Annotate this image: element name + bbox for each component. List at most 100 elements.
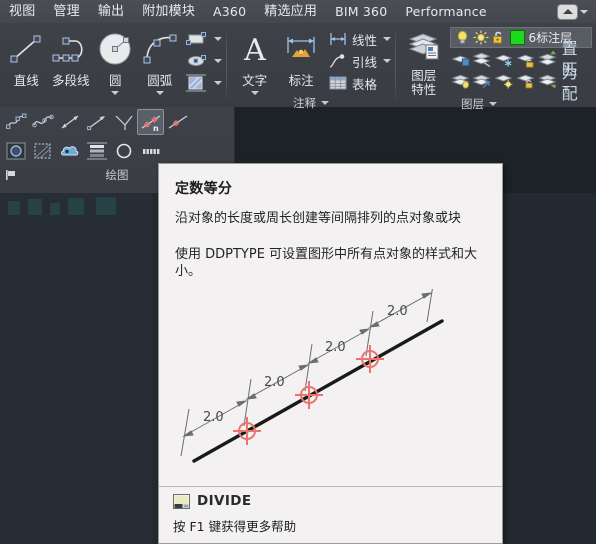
draw-rectangle-dropdown-icon[interactable] xyxy=(214,37,222,41)
draw-arc-dropdown-icon[interactable] xyxy=(155,91,164,95)
donut-icon[interactable] xyxy=(110,138,137,164)
tab-bim360[interactable]: BIM 360 xyxy=(326,0,396,23)
panel-annotation-footer[interactable]: 注释 xyxy=(227,95,395,111)
wipeout-icon[interactable] xyxy=(29,138,56,164)
layer-off-icon[interactable] xyxy=(471,50,493,68)
tab-performance[interactable]: Performance xyxy=(396,0,495,23)
gradient-icon[interactable] xyxy=(83,138,110,164)
layer-properties-icon xyxy=(404,28,444,68)
draw-circle-dropdown-icon[interactable] xyxy=(111,91,120,95)
annotation-text-label: 文字 xyxy=(242,73,268,88)
construction-line-icon[interactable] xyxy=(56,109,83,135)
unlocked-padlock-icon[interactable] xyxy=(492,30,506,45)
tab-featured-apps[interactable]: 精选应用 xyxy=(255,0,326,23)
table-icon xyxy=(326,73,350,93)
layer-match-icon[interactable] xyxy=(537,71,559,89)
chevron-down-icon[interactable] xyxy=(580,9,588,14)
layer-color-swatch[interactable] xyxy=(509,30,525,45)
annotation-leader-label: 引线 xyxy=(351,54,377,70)
layer-on-icon[interactable] xyxy=(450,71,472,89)
text-icon: A xyxy=(236,29,274,69)
tooltip-description: 沿对象的长度或周长创建等间隔排列的点对象或块 xyxy=(175,211,462,226)
annotation-text-button[interactable]: A 文字 xyxy=(231,26,278,95)
draw-small-buttons xyxy=(184,26,222,94)
autocad-window: 视图 管理 输出 附加模块 A360 精选应用 BIM 360 Performa… xyxy=(0,0,596,544)
layer-thaw-icon[interactable] xyxy=(493,71,515,89)
draw-tools-row-1: n xyxy=(0,107,234,136)
sun-icon[interactable] xyxy=(473,30,489,45)
draw-polyline-button[interactable]: 多段线 xyxy=(49,26,94,89)
tooltip-command-name: DIVIDE xyxy=(197,493,252,509)
multiline-icon[interactable] xyxy=(110,109,137,135)
divide-icon[interactable]: n xyxy=(137,108,164,135)
caret-up-icon xyxy=(562,9,573,14)
pin-icon[interactable] xyxy=(5,169,17,181)
layer-freeze-icon[interactable] xyxy=(493,50,515,68)
annotation-leader-dropdown-icon[interactable] xyxy=(383,59,391,63)
annotation-small-buttons: 线性 引线 表格 xyxy=(326,26,391,94)
lightbulb-icon[interactable] xyxy=(455,30,470,45)
ray-icon[interactable] xyxy=(83,109,110,135)
layer-set-current-icon[interactable] xyxy=(537,50,559,68)
panel-layers-body: 图层 特性 6标注层 置为 匹配 xyxy=(396,23,596,103)
tab-manage[interactable]: 管理 xyxy=(44,0,88,23)
region-icon[interactable] xyxy=(2,138,29,164)
leader-icon xyxy=(326,51,350,71)
layer-unlock-icon[interactable] xyxy=(515,71,537,89)
spline-cv-icon[interactable] xyxy=(2,109,29,135)
layer-lock-icon[interactable] xyxy=(515,50,537,68)
linear-dimension-icon xyxy=(326,29,350,49)
divide-line-diagram: 2.0 2.0 2.0 2.0 xyxy=(180,288,444,463)
spline-fit-icon[interactable] xyxy=(29,109,56,135)
panel-annotation-expand-icon[interactable] xyxy=(321,101,329,105)
draw-rectangle-button[interactable] xyxy=(184,28,222,50)
revision-cloud-icon[interactable] xyxy=(56,138,83,164)
annotation-linear-dropdown-icon[interactable] xyxy=(383,37,391,41)
ribbon-minimize-icon[interactable] xyxy=(558,4,577,19)
circle-icon xyxy=(95,29,135,69)
draw-hatch-button[interactable] xyxy=(184,72,222,94)
point-marker-1 xyxy=(233,416,261,445)
annotation-linear-button[interactable]: 线性 xyxy=(326,28,391,50)
annotation-dimension-button[interactable]: 标注 xyxy=(278,26,324,89)
panel-layers-expand-icon[interactable] xyxy=(489,102,497,106)
draw-hatch-dropdown-icon[interactable] xyxy=(214,81,222,85)
dimension-icon xyxy=(281,29,321,69)
tooltip-footer: DIVIDE 按 F1 键获得更多帮助 xyxy=(159,486,502,543)
tab-a360[interactable]: A360 xyxy=(204,0,255,23)
annotation-leader-button[interactable]: 引线 xyxy=(326,50,391,72)
draw-line-button[interactable]: 直线 xyxy=(4,26,49,89)
ribbon: 直线 多段线 圆 圆弧 A 文字 标注 线性 引线 表格 注释 图层 特性 6标… xyxy=(0,23,596,111)
draw-ellipse-dropdown-icon[interactable] xyxy=(214,59,222,63)
draw-circle-button[interactable]: 圆 xyxy=(93,26,138,95)
canvas-ghost-artifacts xyxy=(8,197,116,215)
tab-view[interactable]: 视图 xyxy=(0,0,44,23)
panel-draw-footer-label: 绘图 xyxy=(105,168,129,182)
layer-unisolate-icon[interactable] xyxy=(471,71,493,89)
panel-layers-footer-label: 图层 xyxy=(461,97,484,111)
command-tooltip: 定数等分 沿对象的长度或周长创建等间隔排列的点对象或块 使用 DDPTYPE 可… xyxy=(158,163,503,544)
panel-layers-footer[interactable]: 图层 xyxy=(396,96,596,112)
divide-command-icon xyxy=(173,493,190,509)
layer-properties-label-line2: 特性 xyxy=(411,82,437,97)
point-marker-2 xyxy=(295,380,323,409)
panel-draw: 直线 多段线 圆 圆弧 xyxy=(0,23,226,107)
measure-icon[interactable] xyxy=(164,109,191,135)
boundary-icon[interactable] xyxy=(137,138,164,164)
draw-polyline-label: 多段线 xyxy=(51,73,90,88)
tooltip-command-row: DIVIDE xyxy=(173,493,502,509)
draw-ellipse-button[interactable] xyxy=(184,50,222,72)
layer-isolate-icon[interactable] xyxy=(450,50,472,68)
draw-circle-label: 圆 xyxy=(108,73,122,88)
tooltip-title: 定数等分 xyxy=(175,181,233,197)
line-icon xyxy=(7,29,45,69)
layer-properties-button[interactable]: 图层 特性 xyxy=(400,25,448,96)
annotation-table-button[interactable]: 表格 xyxy=(326,72,391,94)
layer-properties-label-line1: 图层 xyxy=(411,68,437,83)
draw-arc-button[interactable]: 圆弧 xyxy=(138,26,183,95)
tab-addins[interactable]: 附加模块 xyxy=(133,0,204,23)
annotation-table-label: 表格 xyxy=(351,76,377,92)
ribbon-tab-bar: 视图 管理 输出 附加模块 A360 精选应用 BIM 360 Performa… xyxy=(0,0,596,24)
layers-controls: 6标注层 置为 匹配 xyxy=(449,25,592,103)
tab-output[interactable]: 输出 xyxy=(89,0,133,23)
